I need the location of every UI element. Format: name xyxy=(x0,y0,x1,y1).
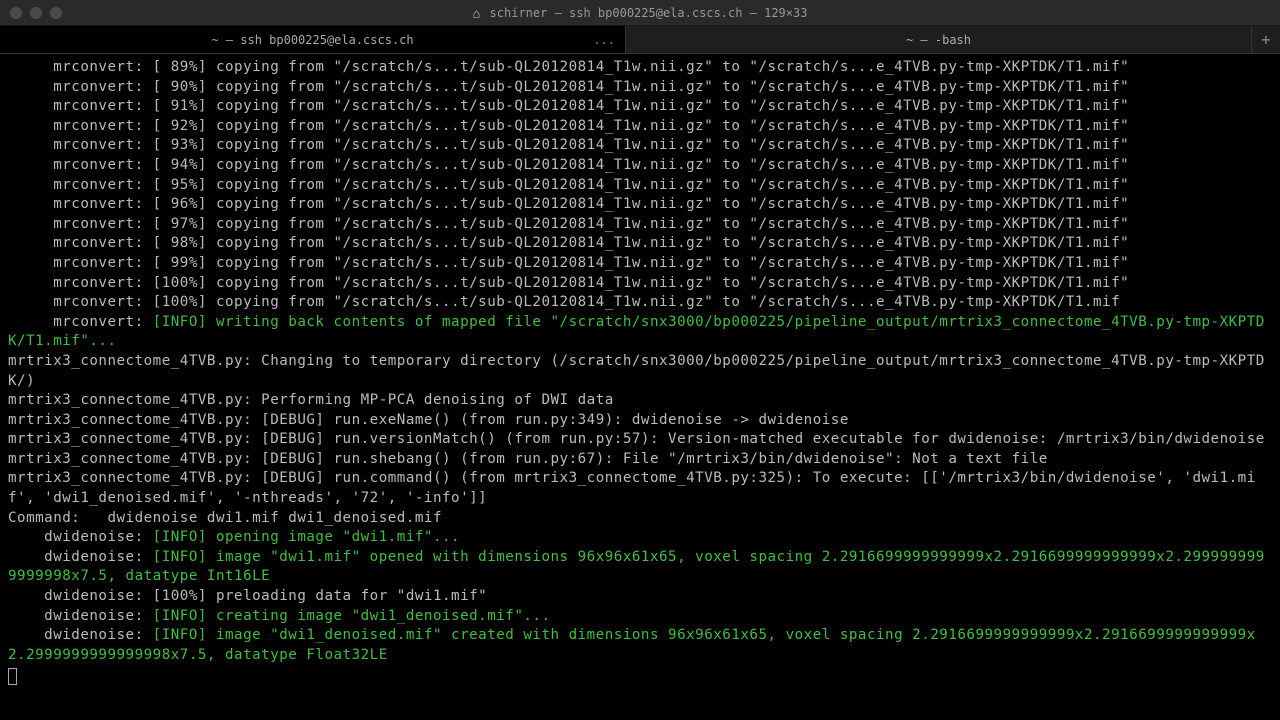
terminal-line: dwidenoise: [INFO] image "dwi1_denoised.… xyxy=(8,626,1272,665)
terminal-line: mrconvert: [INFO] writing back contents … xyxy=(8,313,1272,352)
terminal-line: mrconvert: [ 90%] copying from "/scratch… xyxy=(8,78,1272,98)
traffic-lights xyxy=(10,7,62,19)
terminal-line: mrconvert: [ 94%] copying from "/scratch… xyxy=(8,156,1272,176)
terminal-line: dwidenoise: [INFO] opening image "dwi1.m… xyxy=(8,528,1272,548)
tab-overflow-icon[interactable]: ... xyxy=(593,33,615,47)
terminal-line: mrconvert: [ 93%] copying from "/scratch… xyxy=(8,136,1272,156)
close-window-button[interactable] xyxy=(10,7,22,19)
terminal-line: dwidenoise: [100%] preloading data for "… xyxy=(8,587,1272,607)
tab-label: ~ — ssh bp000225@ela.cscs.ch xyxy=(211,33,413,47)
terminal-line: mrtrix3_connectome_4TVB.py: [DEBUG] run.… xyxy=(8,430,1272,450)
terminal-line: mrconvert: [ 97%] copying from "/scratch… xyxy=(8,215,1272,235)
tab-bar: ~ — ssh bp000225@ela.cscs.ch ... ~ — -ba… xyxy=(0,26,1280,54)
tab-ssh[interactable]: ~ — ssh bp000225@ela.cscs.ch ... xyxy=(0,26,626,53)
terminal-line: mrtrix3_connectome_4TVB.py: Performing M… xyxy=(8,391,1272,411)
terminal-line: mrtrix3_connectome_4TVB.py: [DEBUG] run.… xyxy=(8,411,1272,431)
zoom-window-button[interactable] xyxy=(50,7,62,19)
terminal-line: mrconvert: [100%] copying from "/scratch… xyxy=(8,274,1272,294)
terminal-line: Command: dwidenoise dwi1.mif dwi1_denois… xyxy=(8,509,1272,529)
window-title: schirner — ssh bp000225@ela.cscs.ch — 12… xyxy=(473,6,808,20)
window-titlebar: schirner — ssh bp000225@ela.cscs.ch — 12… xyxy=(0,0,1280,26)
terminal-line: mrconvert: [ 89%] copying from "/scratch… xyxy=(8,58,1272,78)
cursor xyxy=(8,668,17,685)
tab-bash[interactable]: ~ — -bash xyxy=(626,26,1252,53)
terminal-line: mrconvert: [ 98%] copying from "/scratch… xyxy=(8,234,1272,254)
terminal-output[interactable]: mrconvert: [ 89%] copying from "/scratch… xyxy=(0,54,1280,689)
terminal-line: mrconvert: [ 92%] copying from "/scratch… xyxy=(8,117,1272,137)
terminal-line: mrtrix3_connectome_4TVB.py: Changing to … xyxy=(8,352,1272,391)
terminal-line: mrconvert: [ 95%] copying from "/scratch… xyxy=(8,176,1272,196)
terminal-line: mrconvert: [ 91%] copying from "/scratch… xyxy=(8,97,1272,117)
tab-label: ~ — -bash xyxy=(906,33,971,47)
terminal-line: mrconvert: [ 99%] copying from "/scratch… xyxy=(8,254,1272,274)
terminal-line: mrconvert: [100%] copying from "/scratch… xyxy=(8,293,1272,313)
terminal-line: dwidenoise: [INFO] creating image "dwi1_… xyxy=(8,607,1272,627)
terminal-line: mrtrix3_connectome_4TVB.py: [DEBUG] run.… xyxy=(8,469,1272,508)
terminal-line: mrconvert: [ 96%] copying from "/scratch… xyxy=(8,195,1272,215)
minimize-window-button[interactable] xyxy=(30,7,42,19)
window-title-text: schirner — ssh bp000225@ela.cscs.ch — 12… xyxy=(490,6,808,20)
new-tab-button[interactable]: + xyxy=(1252,26,1280,53)
terminal-line: dwidenoise: [INFO] image "dwi1.mif" open… xyxy=(8,548,1272,587)
terminal-line: mrtrix3_connectome_4TVB.py: [DEBUG] run.… xyxy=(8,450,1272,470)
home-icon xyxy=(473,7,484,18)
